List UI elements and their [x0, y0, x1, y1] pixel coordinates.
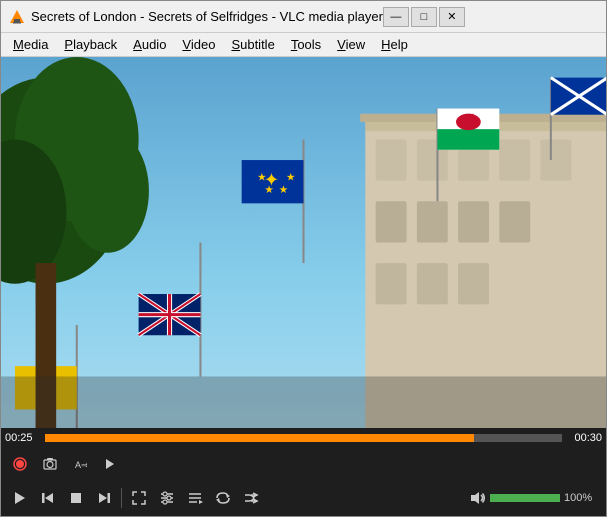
- extended-settings-button[interactable]: [154, 485, 180, 511]
- prev-button[interactable]: [35, 485, 61, 511]
- window-controls: — □ ✕: [383, 7, 465, 27]
- menu-subtitle[interactable]: Subtitle: [223, 35, 282, 54]
- svg-text:★: ★: [286, 173, 295, 184]
- play-pause-button-small[interactable]: [97, 451, 123, 477]
- snapshot-button[interactable]: [37, 451, 63, 477]
- stop-button[interactable]: [63, 485, 89, 511]
- volume-fill: [490, 494, 560, 502]
- next-button[interactable]: [91, 485, 117, 511]
- menu-bar: Media Playback Audio Video Subtitle Tool…: [1, 33, 606, 57]
- app-window: Secrets of London - Secrets of Selfridge…: [0, 0, 607, 517]
- minimize-button[interactable]: —: [383, 7, 409, 27]
- svg-text:★: ★: [264, 185, 273, 196]
- svg-text:A⇒B: A⇒B: [75, 460, 87, 470]
- progress-fill: [45, 434, 474, 442]
- playlist-button[interactable]: [182, 485, 208, 511]
- menu-view[interactable]: View: [329, 35, 373, 54]
- progress-area: 00:25 00:30: [1, 428, 606, 448]
- time-current: 00:25: [5, 432, 41, 444]
- ab-loop-button[interactable]: A⇒B: [67, 451, 93, 477]
- title-bar: Secrets of London - Secrets of Selfridge…: [1, 1, 606, 33]
- vlc-icon: [9, 9, 25, 25]
- record-button[interactable]: [7, 451, 33, 477]
- maximize-button[interactable]: □: [411, 7, 437, 27]
- menu-tools[interactable]: Tools: [283, 35, 329, 54]
- progress-bar[interactable]: [45, 434, 562, 442]
- menu-media[interactable]: Media: [5, 35, 56, 54]
- menu-playback[interactable]: Playback: [56, 35, 125, 54]
- svg-text:★: ★: [257, 173, 266, 184]
- svg-text:★: ★: [279, 185, 288, 196]
- controls-row1: A⇒B: [1, 448, 606, 480]
- time-total: 00:30: [566, 432, 602, 444]
- window-title: Secrets of London - Secrets of Selfridge…: [31, 9, 383, 24]
- close-button[interactable]: ✕: [439, 7, 465, 27]
- play-button[interactable]: [7, 485, 33, 511]
- menu-video[interactable]: Video: [174, 35, 223, 54]
- video-frame: ✦ ★ ★ ★ ★ —: [1, 57, 606, 428]
- video-area: ✦ ★ ★ ★ ★ —: [1, 57, 606, 428]
- volume-bar[interactable]: [490, 494, 560, 502]
- loop-button[interactable]: [210, 485, 236, 511]
- separator-1: [121, 488, 122, 508]
- controls-row2: 100%: [1, 480, 606, 516]
- random-button[interactable]: [238, 485, 264, 511]
- menu-audio[interactable]: Audio: [125, 35, 174, 54]
- volume-button[interactable]: [470, 490, 486, 506]
- fullscreen-button[interactable]: [126, 485, 152, 511]
- menu-help[interactable]: Help: [373, 35, 416, 54]
- volume-label: 100%: [564, 492, 600, 504]
- volume-area: 100%: [470, 490, 600, 506]
